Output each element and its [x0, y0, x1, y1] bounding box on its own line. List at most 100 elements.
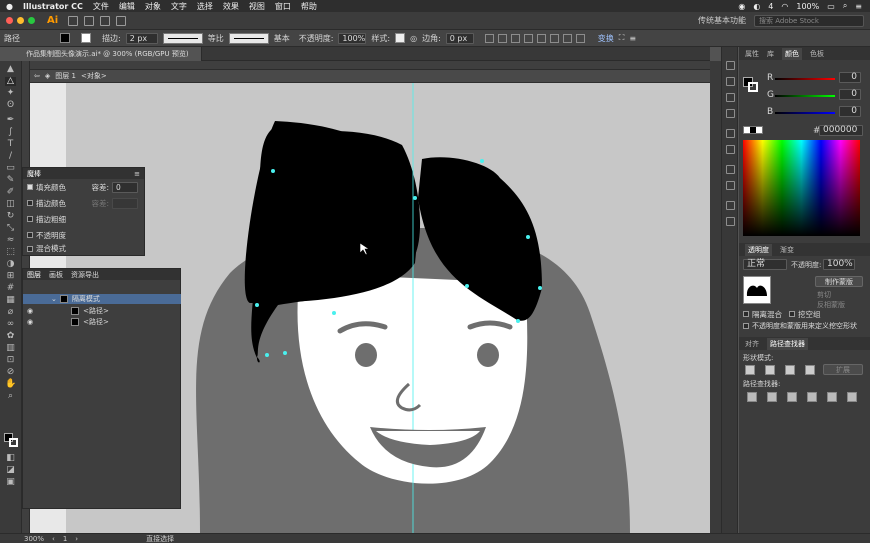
b-slider[interactable]	[775, 112, 835, 114]
crop-icon[interactable]	[807, 392, 817, 402]
free-transform-tool-icon[interactable]: ⬚	[5, 248, 16, 257]
fill-color-checkbox[interactable]	[27, 184, 33, 190]
menu-effect[interactable]: 效果	[223, 1, 239, 12]
align-top-icon[interactable]	[523, 33, 533, 43]
b-field[interactable]: 0	[839, 106, 861, 117]
wifi-icon[interactable]: ◠	[781, 2, 788, 11]
gradient-tool-icon[interactable]: ▦	[5, 296, 16, 305]
corner-field[interactable]: 0 px	[445, 32, 474, 44]
tab-align[interactable]: 对齐	[745, 339, 759, 349]
tab-properties[interactable]: 属性	[745, 49, 759, 59]
path-name-2[interactable]: <路径>	[83, 317, 109, 327]
properties-icon[interactable]	[726, 61, 735, 70]
scale-tool-icon[interactable]: ⤡	[5, 224, 16, 233]
align-right-icon[interactable]	[510, 33, 520, 43]
rotate-tool-icon[interactable]: ↻	[5, 212, 16, 221]
stroke-color-box[interactable]	[9, 438, 18, 447]
panel-menu-icon[interactable]: ≡	[134, 170, 140, 178]
minus-front-icon[interactable]	[765, 365, 775, 375]
knockout-group-checkbox[interactable]	[789, 311, 795, 317]
graphic-style-swatch[interactable]	[395, 33, 406, 43]
perspective-tool-icon[interactable]: ⊞	[5, 272, 16, 281]
merge-icon[interactable]	[787, 392, 797, 402]
brushes-icon[interactable]	[726, 129, 735, 138]
artboard-nav-next-icon[interactable]: ›	[75, 535, 78, 543]
stroke-icon[interactable]	[726, 165, 735, 174]
distribute-icon[interactable]	[562, 33, 572, 43]
magic-wand-panel-header[interactable]: 魔棒 ≡	[23, 168, 144, 179]
stroke-profile-preview[interactable]	[162, 32, 203, 44]
paragraph-icon[interactable]	[726, 93, 735, 102]
opentype-icon[interactable]	[726, 109, 735, 118]
blend-mode-checkbox[interactable]	[27, 245, 33, 252]
symbol-sprayer-tool-icon[interactable]: ✿	[5, 332, 16, 341]
stroke-weight-row[interactable]: 描边粗细	[23, 211, 144, 227]
layer-row-path-1[interactable]: ◉ <路径>	[23, 306, 181, 316]
zoom-tool-icon[interactable]: ⌕	[5, 392, 16, 401]
stock-icon[interactable]	[84, 15, 95, 26]
zoom-window-button[interactable]	[28, 17, 35, 24]
hex-field[interactable]: 000000	[819, 125, 863, 136]
right-eye[interactable]	[477, 343, 499, 367]
align-center-v-icon[interactable]	[536, 33, 546, 43]
character-icon[interactable]	[726, 77, 735, 86]
tab-layers[interactable]: 图层	[27, 270, 41, 280]
current-tool-status[interactable]: 直接选择	[146, 534, 174, 543]
breadcrumb-layer[interactable]: 图层 1	[55, 71, 76, 81]
tab-asset-export[interactable]: 资源导出	[71, 270, 99, 280]
align-panel-icon[interactable]	[726, 181, 735, 190]
symbols-icon[interactable]	[726, 145, 735, 154]
stroke-weight-field[interactable]: 2 px	[125, 32, 158, 44]
layer-row-path-2[interactable]: ◉ <路径>	[23, 317, 181, 327]
panel-menu-icon[interactable]: ≡	[629, 34, 636, 43]
battery-icon[interactable]: ▭	[827, 2, 835, 11]
hand-tool-icon[interactable]: ✋	[5, 380, 16, 389]
type-tool-icon[interactable]: T	[5, 140, 16, 149]
align-left-icon[interactable]	[484, 33, 494, 43]
blend-tool-icon[interactable]: ∞	[5, 320, 16, 329]
graph-tool-icon[interactable]: ▥	[5, 344, 16, 353]
path-name-1[interactable]: <路径>	[83, 306, 109, 316]
tab-libraries[interactable]: 库	[767, 49, 774, 59]
slice-tool-icon[interactable]: ⊘	[5, 368, 16, 377]
stroke-profile-label[interactable]: 等比	[208, 33, 224, 44]
bell-icon[interactable]: ◐	[753, 2, 760, 11]
opacity-row[interactable]: 不透明度	[23, 227, 144, 243]
opacity-checkbox[interactable]	[27, 232, 33, 238]
line-tool-icon[interactable]: /	[5, 152, 16, 161]
menu-object[interactable]: 对象	[145, 1, 161, 12]
menu-help[interactable]: 帮助	[301, 1, 317, 12]
none-black-white-icon[interactable]	[743, 126, 763, 134]
apple-icon[interactable]: ●	[6, 2, 13, 11]
menu-select[interactable]: 选择	[197, 1, 213, 12]
isolate-icon[interactable]: ⛶	[619, 33, 625, 43]
menu-file[interactable]: 文件	[93, 1, 109, 12]
stroke-swatch[interactable]	[81, 33, 91, 43]
tab-swatches[interactable]: 色板	[810, 49, 824, 59]
eraser-tool-icon[interactable]: ◫	[5, 200, 16, 209]
fill-color-row[interactable]: 填充颜色 容差: 0	[23, 179, 144, 195]
tab-artboards[interactable]: 画板	[49, 270, 63, 280]
appearance-icon[interactable]	[726, 201, 735, 210]
intersect-icon[interactable]	[785, 365, 795, 375]
align-bottom-icon[interactable]	[549, 33, 559, 43]
visibility-eye-icon[interactable]: ◉	[27, 307, 33, 315]
minimize-window-button[interactable]	[17, 17, 24, 24]
direct-selection-tool-icon[interactable]: △	[5, 77, 16, 86]
menu-edit[interactable]: 编辑	[119, 1, 135, 12]
r-field[interactable]: 0	[839, 72, 861, 83]
color-spectrum[interactable]	[743, 140, 860, 236]
stroke-color-checkbox[interactable]	[27, 200, 33, 206]
rectangle-tool-icon[interactable]: ▭	[5, 164, 16, 173]
menu-type[interactable]: 文字	[171, 1, 187, 12]
left-eye[interactable]	[355, 343, 377, 367]
fill-swatch[interactable]	[60, 33, 70, 43]
unite-icon[interactable]	[745, 365, 755, 375]
tab-transparency[interactable]: 透明度	[745, 243, 772, 256]
screen-mode-icon[interactable]: ▣	[5, 478, 16, 487]
width-tool-icon[interactable]: ≈	[5, 236, 16, 245]
draw-mode-icon[interactable]: ◪	[5, 466, 16, 475]
group-name[interactable]: 隔离模式	[72, 294, 100, 304]
gpu-performance-icon[interactable]	[116, 15, 127, 26]
isolate-blending-row[interactable]: 隔离混合 挖空组	[739, 309, 821, 319]
